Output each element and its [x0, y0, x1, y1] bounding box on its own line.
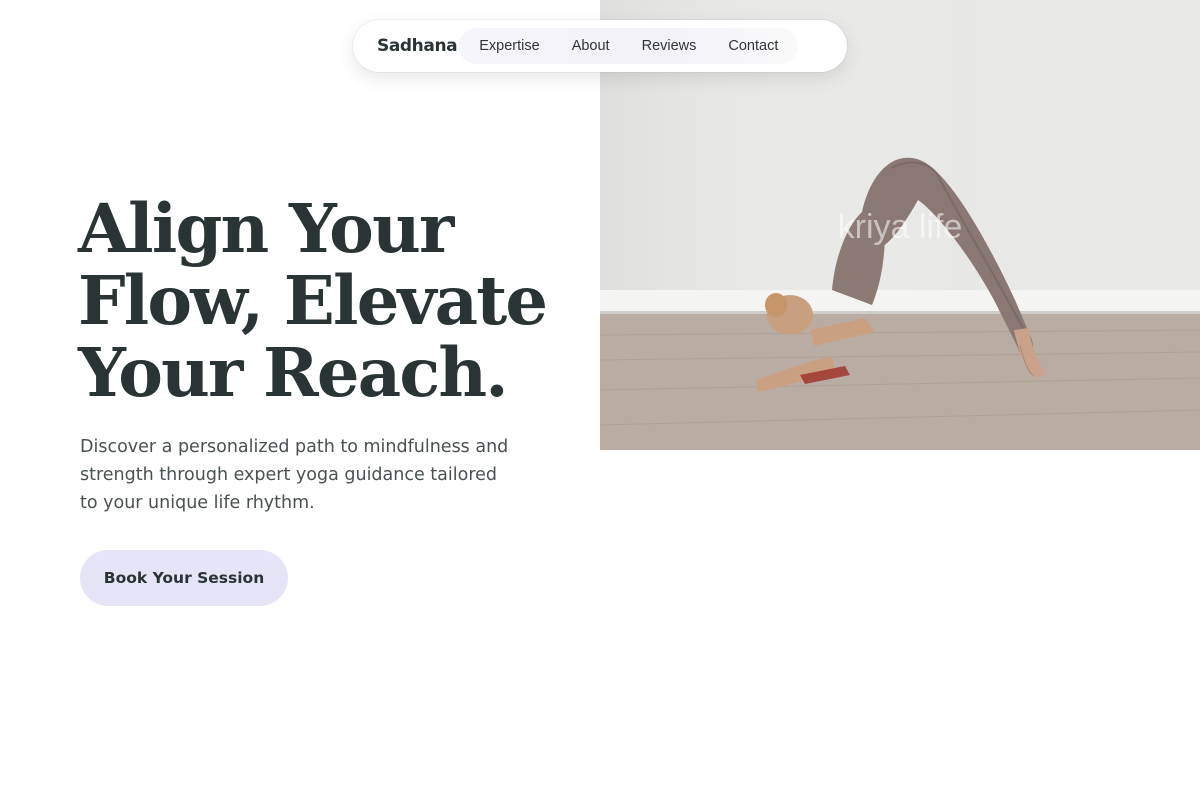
image-watermark: kriya life	[838, 208, 963, 246]
nav-links: Expertise About Reviews Contact	[459, 28, 799, 64]
brand-logo[interactable]: Sadhana	[377, 36, 458, 56]
headline-line: Flow, Elevate	[78, 261, 548, 340]
hero-headline: Align Your Flow, Elevate Your Reach.	[78, 193, 578, 409]
hero-description: Discover a personalized path to mindfuln…	[80, 437, 509, 513]
nav-link-about[interactable]: About	[556, 28, 626, 64]
nav-link-reviews[interactable]: Reviews	[626, 28, 713, 64]
headline-line: Your Reach.	[78, 333, 509, 412]
top-navigation: Sadhana Expertise About Reviews Contact	[353, 20, 847, 72]
book-session-button[interactable]: Book Your Session	[80, 550, 288, 606]
nav-link-contact[interactable]: Contact	[712, 28, 794, 64]
headline-line: Align Your	[78, 189, 454, 268]
nav-link-expertise[interactable]: Expertise	[463, 28, 555, 64]
